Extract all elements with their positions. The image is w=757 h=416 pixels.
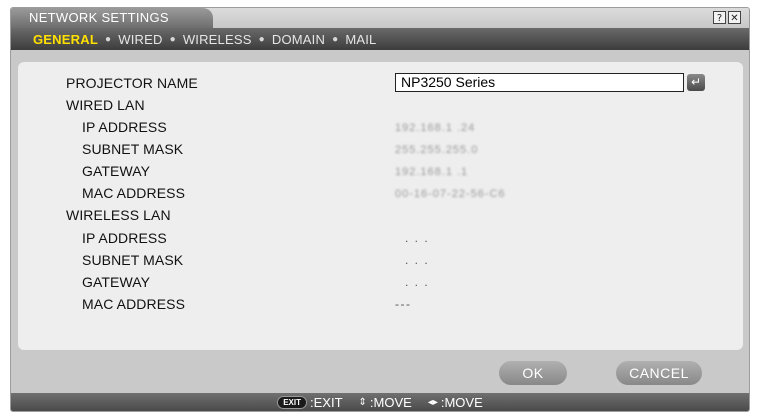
wireless-mac-value: --- (395, 297, 412, 311)
tab-separator: ● (258, 33, 265, 45)
window-title: NETWORK SETTINGS (11, 8, 213, 28)
wired-subnet-value: 255.255.255.0 (395, 144, 479, 156)
close-icon[interactable]: ✕ (728, 11, 741, 24)
tab-separator: ● (169, 33, 176, 45)
title-bar: NETWORK SETTINGS ? ✕ (11, 8, 749, 28)
leftright-arrow-icon: ◂▸ (427, 396, 438, 408)
wired-mac-value: 00-16-07-22-56-C6 (395, 188, 506, 200)
exit-key-icon: EXIT (277, 395, 307, 409)
tab-bar: GENERAL ● WIRED ● WIRELESS ● DOMAIN ● MA… (11, 28, 749, 50)
wired-ip-label: IP ADDRESS (82, 119, 167, 135)
tab-separator: ● (332, 33, 339, 45)
footer-move-horizontal: ◂▸ :MOVE (428, 395, 483, 410)
tab-separator: ● (104, 33, 112, 45)
projector-name-label: PROJECTOR NAME (66, 75, 198, 91)
title-icons: ? ✕ (713, 11, 741, 24)
wireless-gateway-label: GATEWAY (82, 274, 151, 290)
wired-ip-value: 192.168.1 .24 (395, 122, 476, 134)
footer-move-vertical-label: :MOVE (369, 394, 412, 410)
footer-exit-label: :EXIT (310, 394, 343, 410)
wireless-subnet-label: SUBNET MASK (82, 252, 184, 268)
enter-icon[interactable]: ↵ (687, 74, 705, 91)
wired-gateway-label: GATEWAY (82, 163, 151, 179)
tab-wired[interactable]: WIRED (118, 32, 162, 47)
footer-move-vertical: ⇕ :MOVE (359, 395, 412, 410)
tab-domain[interactable]: DOMAIN (272, 32, 325, 47)
wired-gateway-value: 192.168.1 .1 (395, 166, 469, 178)
wired-subnet-label: SUBNET MASK (82, 141, 184, 157)
wireless-ip-label: IP ADDRESS (82, 230, 167, 246)
projector-name-input[interactable]: NP3250 Series (395, 73, 684, 92)
footer-move-horizontal-label: :MOVE (440, 394, 483, 410)
ok-button[interactable]: OK (499, 361, 567, 385)
wireless-gateway-value: . . . (405, 275, 430, 289)
help-icon[interactable]: ? (713, 11, 726, 24)
footer-exit: EXIT :EXIT (277, 394, 343, 410)
wired-mac-label: MAC ADDRESS (82, 185, 186, 201)
wireless-subnet-value: . . . (405, 253, 430, 267)
network-settings-window: NETWORK SETTINGS ? ✕ GENERAL ● WIRED ● W… (10, 7, 750, 412)
wireless-mac-label: MAC ADDRESS (82, 296, 186, 312)
footer-help-bar: EXIT :EXIT ⇕ :MOVE ◂▸ :MOVE (11, 393, 749, 411)
updown-arrow-icon: ⇕ (358, 396, 367, 408)
cancel-button[interactable]: CANCEL (616, 361, 702, 385)
wired-lan-heading: WIRED LAN (66, 97, 145, 113)
tab-wireless[interactable]: WIRELESS (183, 32, 252, 47)
wireless-lan-heading: WIRELESS LAN (66, 207, 171, 223)
wireless-ip-value: . . . (405, 231, 430, 245)
tab-general[interactable]: GENERAL (33, 32, 98, 47)
tab-mail[interactable]: MAIL (345, 32, 376, 47)
